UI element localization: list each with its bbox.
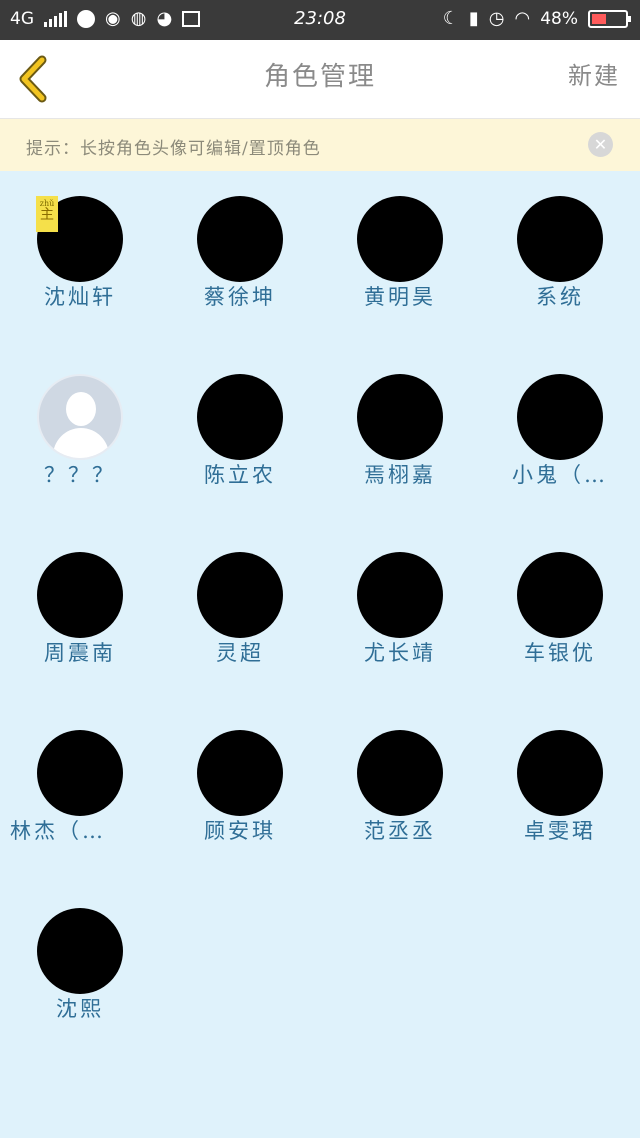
role-name: 卓雯珺: [524, 819, 596, 843]
status-bar: 4G ◉ ◍ ◕ 23:08 ☾ ▮ ◷ ◠ 48%: [0, 0, 640, 40]
avatar[interactable]: [197, 730, 283, 816]
role-name: 灵超: [216, 641, 264, 665]
avatar[interactable]: [517, 552, 603, 638]
role-item[interactable]: 系统: [480, 171, 640, 349]
role-name: 车银优: [524, 641, 596, 665]
role-name: 周震南: [44, 641, 116, 665]
role-item[interactable]: 蔡徐坤: [160, 171, 320, 349]
avatar[interactable]: [357, 552, 443, 638]
battery-percent: 48%: [540, 9, 578, 29]
alarm-icon: ◷: [488, 8, 505, 29]
role-item[interactable]: 灵超: [160, 527, 320, 705]
avatar[interactable]: [357, 196, 443, 282]
role-name: ？？？: [44, 463, 116, 487]
avatar[interactable]: [357, 730, 443, 816]
default-avatar-icon[interactable]: [37, 374, 123, 460]
avatar[interactable]: [37, 552, 123, 638]
page-title: 角色管理: [263, 62, 376, 92]
role-name: 沈熙: [56, 997, 104, 1021]
tip-banner: 提示：长按角色头像可编辑/置顶角色 ✕: [0, 119, 640, 171]
avatar[interactable]: [517, 374, 603, 460]
avatar[interactable]: [197, 196, 283, 282]
role-item[interactable]: 小鬼（…: [480, 349, 640, 527]
avatar[interactable]: [517, 196, 603, 282]
moon-icon: ☾: [442, 8, 459, 29]
battery-saver-icon: ▮: [468, 8, 479, 29]
role-item[interactable]: zhǔ 主 沈灿轩: [0, 171, 160, 349]
new-role-button[interactable]: 新建: [568, 56, 620, 91]
main-role-badge: zhǔ 主: [36, 196, 58, 232]
role-name: 顾安琪: [204, 819, 276, 843]
avatar[interactable]: [357, 374, 443, 460]
role-item[interactable]: 周震南: [0, 527, 160, 705]
role-item[interactable]: 车银优: [480, 527, 640, 705]
close-icon[interactable]: ✕: [588, 132, 613, 157]
role-name: 范丞丞: [364, 819, 436, 843]
role-item[interactable]: 沈熙: [0, 883, 160, 1061]
avatar[interactable]: [37, 730, 123, 816]
app-header: 角色管理 新建: [0, 40, 640, 119]
role-item[interactable]: 尤长靖: [320, 527, 480, 705]
role-name: 系统: [536, 285, 584, 309]
role-item[interactable]: ？？？: [0, 349, 160, 527]
role-name: 林杰（…: [10, 819, 106, 843]
avatar[interactable]: [517, 730, 603, 816]
role-name: 黄明昊: [364, 285, 436, 309]
tip-text: 提示：长按角色头像可编辑/置顶角色: [26, 139, 321, 159]
role-item[interactable]: 顾安琪: [160, 705, 320, 883]
role-item[interactable]: 卓雯珺: [480, 705, 640, 883]
battery-icon: [588, 10, 631, 28]
wifi-icon: ◠: [514, 8, 531, 29]
role-name: 小鬼（…: [512, 463, 608, 487]
role-name: 沈灿轩: [44, 285, 116, 309]
role-name: 蔡徐坤: [204, 285, 276, 309]
role-name: 陈立农: [204, 463, 276, 487]
role-name: 焉栩嘉: [364, 463, 436, 487]
role-item[interactable]: 范丞丞: [320, 705, 480, 883]
avatar[interactable]: [37, 908, 123, 994]
avatar[interactable]: [197, 374, 283, 460]
role-item[interactable]: 林杰（…: [0, 705, 160, 883]
role-item[interactable]: 陈立农: [160, 349, 320, 527]
role-grid: zhǔ 主 沈灿轩 蔡徐坤 黄明昊 系统 ？？？ 陈立农 焉栩嘉 小鬼（… 周震南…: [0, 171, 640, 1138]
role-item[interactable]: 黄明昊: [320, 171, 480, 349]
avatar[interactable]: [197, 552, 283, 638]
role-item[interactable]: 焉栩嘉: [320, 349, 480, 527]
role-name: 尤长靖: [364, 641, 436, 665]
